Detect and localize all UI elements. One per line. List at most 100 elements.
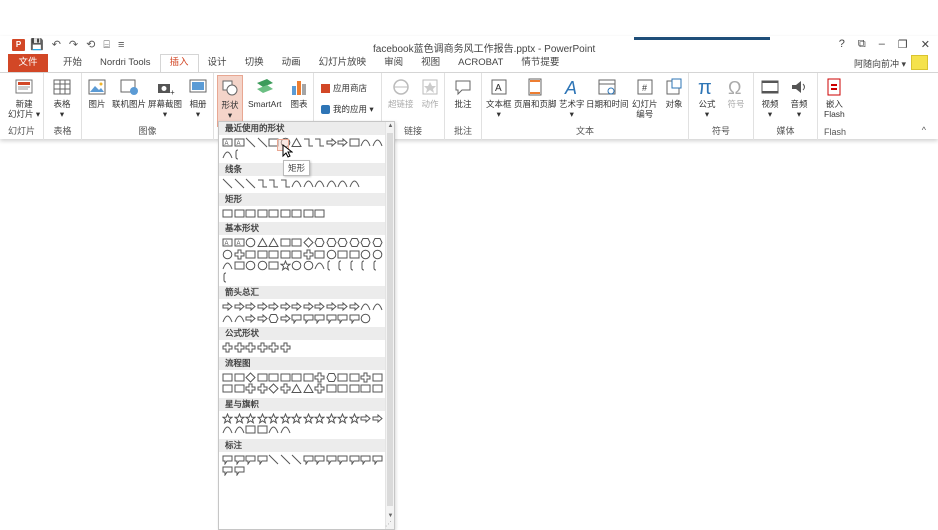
shape-data-icon[interactable] bbox=[257, 372, 269, 384]
shape-collate-icon[interactable] bbox=[268, 383, 280, 395]
ribbon-display-icon[interactable]: ⧉ bbox=[858, 38, 866, 51]
undo-icon[interactable]: ↶ bbox=[52, 38, 61, 52]
shape-teardrop-icon[interactable] bbox=[245, 249, 257, 261]
shape-snip1-icon[interactable] bbox=[245, 208, 257, 220]
shape-predefined-icon[interactable] bbox=[268, 372, 280, 384]
shape-hscroll-icon[interactable] bbox=[257, 424, 269, 436]
shape-star32-icon[interactable] bbox=[348, 412, 361, 425]
shape-right-icon[interactable] bbox=[222, 301, 234, 313]
shape-preparation-icon[interactable] bbox=[325, 372, 338, 384]
shape-notched-icon[interactable] bbox=[257, 313, 269, 325]
shape-chevron-icon[interactable] bbox=[280, 313, 292, 325]
shape-accent3-icon[interactable] bbox=[326, 454, 338, 466]
shape-accent-border3-icon[interactable] bbox=[234, 465, 246, 477]
shape-chord-icon[interactable] bbox=[234, 249, 246, 261]
shape-round2-icon[interactable] bbox=[303, 208, 315, 220]
shape-elbow-arrow-icon[interactable] bbox=[268, 178, 280, 190]
shape-down-callout-icon[interactable] bbox=[303, 313, 315, 325]
shape-right-arrow-icon[interactable] bbox=[326, 137, 338, 149]
shape-star12-icon[interactable] bbox=[314, 412, 326, 425]
shape-brace-icon[interactable] bbox=[234, 149, 246, 161]
shape-curved-left-icon[interactable] bbox=[372, 301, 384, 313]
datetime-button[interactable]: 日期和时间 bbox=[586, 77, 629, 109]
new-slide-button[interactable]: 新建 幻灯片 ▾ bbox=[8, 77, 40, 119]
shape-wave-icon[interactable] bbox=[268, 424, 280, 436]
collapse-ribbon-icon[interactable]: ^ bbox=[922, 125, 926, 135]
shape-terminator-icon[interactable] bbox=[314, 372, 326, 384]
shape-curve-icon[interactable] bbox=[222, 149, 234, 161]
shape-notequal-icon[interactable] bbox=[280, 342, 292, 354]
comment-button[interactable]: 批注 bbox=[453, 77, 473, 109]
tab-slideshow[interactable]: 幻灯片放映 bbox=[310, 54, 376, 72]
shape-rect-callout-icon[interactable] bbox=[222, 454, 234, 466]
repeat-icon[interactable]: ⟲ bbox=[86, 38, 95, 52]
shape-magnetic-disk-icon[interactable] bbox=[349, 383, 361, 395]
shape-star8-icon[interactable] bbox=[291, 412, 303, 425]
shape-down-arrow-icon[interactable] bbox=[337, 137, 349, 149]
shape-line2-icon[interactable] bbox=[280, 454, 292, 466]
shape-round-callout-icon[interactable] bbox=[234, 454, 246, 466]
wordart-button[interactable]: A 艺术字 ▾ bbox=[559, 77, 585, 119]
shape-rect-icon[interactable] bbox=[222, 208, 234, 220]
shape-star10-icon[interactable] bbox=[302, 412, 315, 425]
shape-textbox-icon[interactable]: A bbox=[222, 137, 234, 149]
shape-curved-ribbon-up-icon[interactable] bbox=[222, 424, 234, 436]
shape-heptagon-icon[interactable] bbox=[337, 237, 349, 249]
shape-oval-callout-icon[interactable] bbox=[245, 454, 257, 466]
shape-dbl-arrow-icon[interactable] bbox=[245, 178, 257, 190]
shape-lbracket-icon[interactable] bbox=[349, 260, 361, 272]
tab-acrobat[interactable]: ACROBAT bbox=[449, 54, 512, 72]
shape-extract-icon[interactable] bbox=[291, 383, 303, 395]
shape-elbow-icon[interactable] bbox=[303, 137, 315, 149]
shape-alt-process-icon[interactable] bbox=[234, 372, 246, 384]
shape-summing-icon[interactable] bbox=[245, 383, 257, 395]
shape-curved-icon[interactable] bbox=[291, 178, 303, 190]
shape-cube-icon[interactable] bbox=[337, 249, 349, 261]
shape-internal-icon[interactable] bbox=[280, 372, 292, 384]
shape-up-callout-icon[interactable] bbox=[326, 313, 338, 325]
shape-direct-access-icon[interactable] bbox=[360, 383, 372, 395]
shape-vscroll-icon[interactable] bbox=[245, 424, 257, 436]
shape-punched-tape-icon[interactable] bbox=[234, 383, 246, 395]
equation-button[interactable]: π 公式 ▾ bbox=[697, 77, 717, 119]
user-name[interactable]: 阿随向前冲 ▾ bbox=[854, 57, 906, 70]
album-button[interactable]: 相册 ▾ bbox=[188, 77, 208, 119]
shape-elbow-arrow-icon[interactable] bbox=[314, 137, 326, 149]
shape-lr-callout-icon[interactable] bbox=[337, 313, 349, 325]
shape-star24-icon[interactable] bbox=[337, 412, 349, 425]
shape-right-callout-icon[interactable] bbox=[291, 313, 303, 325]
user-avatar[interactable] bbox=[911, 55, 928, 70]
shape-accent-border2-icon[interactable] bbox=[222, 465, 234, 477]
shape-circular-icon[interactable] bbox=[360, 313, 372, 325]
shape-textbox-icon[interactable]: A bbox=[222, 237, 234, 249]
shape-freeform-icon[interactable] bbox=[337, 178, 349, 190]
shape-curve-icon[interactable] bbox=[326, 178, 338, 190]
shape-curved-up-icon[interactable] bbox=[222, 313, 234, 325]
shape-textbox-v-icon[interactable]: A bbox=[234, 137, 246, 149]
hyperlink-button[interactable]: 超链接 bbox=[388, 77, 414, 109]
shape-snip2-icon[interactable] bbox=[257, 208, 269, 220]
shape-connector-icon[interactable] bbox=[360, 372, 372, 384]
shape-snip-round-icon[interactable] bbox=[280, 208, 292, 220]
my-apps-button[interactable]: 我的应用 ▾ bbox=[321, 103, 374, 115]
tab-view[interactable]: 视图 bbox=[412, 54, 449, 72]
shape-ribbon-up-icon[interactable] bbox=[360, 413, 372, 425]
shape-oval-icon[interactable] bbox=[245, 237, 257, 249]
shape-accent-border1-icon[interactable] bbox=[372, 454, 384, 466]
shape-blockarc-icon[interactable] bbox=[222, 260, 234, 272]
shape-octagon-icon[interactable] bbox=[348, 237, 361, 249]
shape-star6-icon[interactable] bbox=[268, 412, 280, 425]
shape-cross-icon[interactable] bbox=[303, 249, 315, 261]
shape-ribbon-down-icon[interactable] bbox=[372, 413, 384, 425]
shape-divide-icon[interactable] bbox=[257, 342, 269, 354]
shape-curved-conn-icon[interactable] bbox=[360, 137, 372, 149]
shape-bentup-icon[interactable] bbox=[349, 301, 361, 313]
shape-up-icon[interactable] bbox=[245, 301, 257, 313]
shape-left-icon[interactable] bbox=[234, 301, 246, 313]
shape-document-icon[interactable] bbox=[291, 372, 303, 384]
shape-snip-d-icon[interactable] bbox=[268, 208, 280, 220]
shape-curved-dbl-icon[interactable] bbox=[314, 178, 326, 190]
shape-arrow-line-icon[interactable] bbox=[234, 178, 246, 190]
table-button[interactable]: 表格 ▾ bbox=[52, 77, 72, 119]
shape-donut-icon[interactable] bbox=[360, 249, 372, 261]
